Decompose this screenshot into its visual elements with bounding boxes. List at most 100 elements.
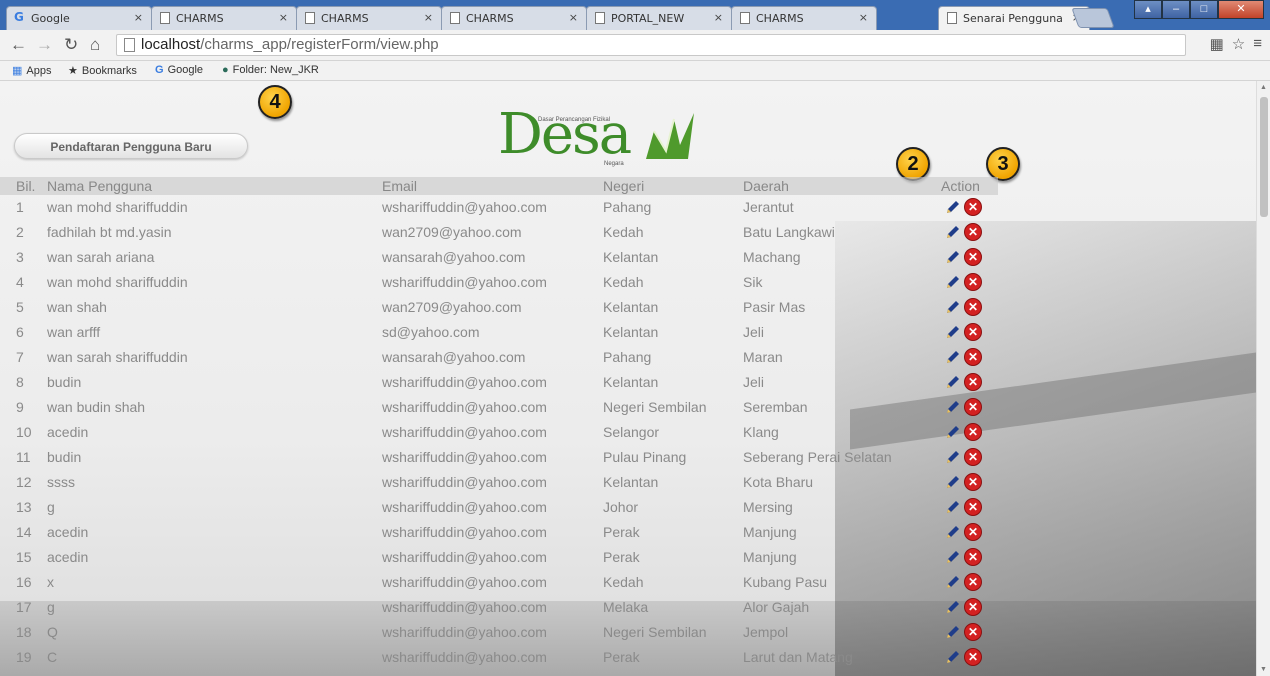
- vertical-scrollbar[interactable]: ▲ ▼: [1256, 81, 1270, 676]
- edit-pencil-icon[interactable]: [945, 499, 961, 515]
- edit-pencil-icon[interactable]: [945, 449, 961, 465]
- cell-state: Negeri Sembilan: [603, 399, 707, 415]
- column-header-action: Action: [941, 178, 980, 194]
- column-header-state: Negeri: [603, 178, 645, 194]
- reload-icon[interactable]: ↻: [64, 35, 78, 55]
- tab-5[interactable]: CHARMS ×: [731, 6, 877, 30]
- scroll-up-arrow-icon[interactable]: ▲: [1260, 84, 1267, 91]
- edit-pencil-icon[interactable]: [945, 324, 961, 340]
- delete-icon[interactable]: ✕: [964, 473, 982, 491]
- cell-email: wshariffuddin@yahoo.com: [382, 524, 547, 540]
- edit-pencil-icon[interactable]: [945, 574, 961, 590]
- cell-name: ssss: [47, 474, 75, 490]
- maximize-button[interactable]: □: [1190, 0, 1218, 19]
- cell-district: Mersing: [743, 499, 793, 515]
- cell-district: Sik: [743, 274, 763, 290]
- minimize-button[interactable]: –: [1162, 0, 1190, 19]
- delete-icon[interactable]: ✕: [964, 498, 982, 516]
- edit-pencil-icon[interactable]: [945, 374, 961, 390]
- cell-state: Pahang: [603, 199, 652, 215]
- edit-pencil-icon[interactable]: [945, 524, 961, 540]
- bookmark-label: Bookmarks: [81, 65, 137, 77]
- delete-icon[interactable]: ✕: [964, 373, 982, 391]
- scroll-thumb[interactable]: [1260, 97, 1268, 217]
- cell-email: wshariffuddin@yahoo.com: [382, 199, 547, 215]
- tab-close-icon[interactable]: ×: [569, 11, 578, 24]
- edit-pencil-icon[interactable]: [945, 249, 961, 265]
- close-window-button[interactable]: ✕: [1218, 0, 1264, 19]
- edit-pencil-icon[interactable]: [945, 599, 961, 615]
- scroll-down-arrow-icon[interactable]: ▼: [1260, 666, 1267, 673]
- bookmark-bookmarks[interactable]: ★ Bookmarks: [68, 64, 137, 77]
- tab-3[interactable]: CHARMS ×: [441, 6, 587, 30]
- forward-arrow-icon[interactable]: →: [36, 35, 53, 55]
- cell-number: 17: [16, 599, 32, 615]
- cell-state: Kelantan: [603, 324, 659, 340]
- tab-close-icon[interactable]: ×: [424, 11, 433, 24]
- menu-icon[interactable]: ≡: [1253, 35, 1262, 53]
- edit-pencil-icon[interactable]: [945, 199, 961, 215]
- table-row: 19 Cwshariffuddin@yahoo.com Perak Larut dan…: [0, 646, 1000, 671]
- cell-email: wshariffuddin@yahoo.com: [382, 449, 547, 465]
- back-arrow-icon[interactable]: ←: [10, 35, 27, 55]
- delete-icon[interactable]: ✕: [964, 448, 982, 466]
- star-icon[interactable]: ☆: [1232, 35, 1245, 53]
- home-icon[interactable]: ⌂: [90, 35, 100, 55]
- cell-state: Negeri Sembilan: [603, 624, 707, 640]
- table-row: 7 wan sarah shariffuddin wansarah@yahoo.co…: [0, 346, 1000, 371]
- delete-icon[interactable]: ✕: [964, 273, 982, 291]
- delete-icon[interactable]: ✕: [964, 648, 982, 666]
- delete-icon[interactable]: ✕: [964, 423, 982, 441]
- edit-pencil-icon[interactable]: [945, 549, 961, 565]
- profile-icon[interactable]: ▴: [1134, 0, 1162, 19]
- delete-icon[interactable]: ✕: [964, 223, 982, 241]
- cell-name: acedin: [47, 424, 89, 440]
- tab-0[interactable]: G Google ×: [6, 6, 152, 30]
- delete-icon[interactable]: ✕: [964, 298, 982, 316]
- bookmarks-bar: ▦ Apps ★ Bookmarks G Google ● Folder: New_JK…: [0, 61, 1270, 81]
- tab-close-icon[interactable]: ×: [134, 11, 143, 24]
- delete-icon[interactable]: ✕: [964, 548, 982, 566]
- edit-pencil-icon[interactable]: [945, 349, 961, 365]
- new-tab-button[interactable]: [1071, 8, 1115, 28]
- edit-pencil-icon[interactable]: [945, 624, 961, 640]
- delete-icon[interactable]: ✕: [964, 348, 982, 366]
- delete-icon[interactable]: ✕: [964, 398, 982, 416]
- cell-name: g: [47, 599, 55, 615]
- tab-close-icon[interactable]: ×: [279, 11, 288, 24]
- tab-6[interactable]: Senarai Pengguna×: [938, 6, 1090, 31]
- delete-icon[interactable]: ✕: [964, 198, 982, 216]
- bookmark-apps[interactable]: ▦ Apps: [12, 64, 51, 77]
- tab-4[interactable]: PORTAL_NEW ×: [586, 6, 732, 30]
- edit-pencil-icon[interactable]: [945, 474, 961, 490]
- tab-1[interactable]: CHARMS ×: [151, 6, 297, 30]
- tab-close-icon[interactable]: ×: [714, 11, 723, 24]
- bookmark-label: Apps: [26, 65, 52, 77]
- edit-pencil-icon[interactable]: [945, 299, 961, 315]
- edit-pencil-icon[interactable]: [945, 399, 961, 415]
- url-field[interactable]: localhost/charms_app/registerForm/view.p…: [116, 34, 1186, 56]
- edit-pencil-icon[interactable]: [945, 224, 961, 240]
- register-new-user-button[interactable]: Pendaftaran Pengguna Baru: [14, 133, 248, 159]
- delete-icon[interactable]: ✕: [964, 598, 982, 616]
- delete-icon[interactable]: ✕: [964, 248, 982, 266]
- delete-icon[interactable]: ✕: [964, 573, 982, 591]
- translate-icon[interactable]: ▦: [1210, 35, 1224, 53]
- edit-pencil-icon[interactable]: [945, 424, 961, 440]
- cell-email: wansarah@yahoo.com: [382, 249, 526, 265]
- edit-pencil-icon[interactable]: [945, 649, 961, 665]
- cell-state: Perak: [603, 524, 640, 540]
- delete-icon[interactable]: ✕: [964, 623, 982, 641]
- cell-number: 16: [16, 574, 32, 590]
- edit-pencil-icon[interactable]: [945, 274, 961, 290]
- cell-district: Jeli: [743, 324, 765, 340]
- delete-icon[interactable]: ✕: [964, 523, 982, 541]
- tab-2[interactable]: CHARMS ×: [296, 6, 442, 30]
- delete-icon[interactable]: ✕: [964, 323, 982, 341]
- tab-close-icon[interactable]: ×: [859, 11, 868, 24]
- cell-name: Q: [47, 624, 58, 640]
- bookmark-google[interactable]: G Google: [155, 64, 203, 76]
- cell-name: fadhilah bt md.yasin: [47, 224, 172, 240]
- bookmark-folder-new-jkr[interactable]: ● Folder: New_JKR: [222, 64, 319, 76]
- tab-label: CHARMS: [466, 12, 514, 25]
